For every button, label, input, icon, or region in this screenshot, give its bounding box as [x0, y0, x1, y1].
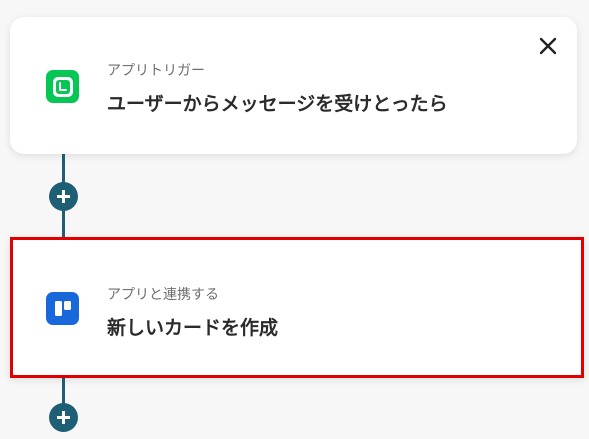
add-step-button-2[interactable]	[49, 403, 78, 432]
action-card-title: 新しいカードを作成	[107, 317, 279, 339]
flow-connector-2	[62, 210, 65, 240]
plus-icon	[57, 411, 70, 424]
trigger-card-subtitle: アプリトリガー	[107, 63, 205, 79]
trigger-card-title: ユーザーからメッセージを受けとったら	[107, 93, 448, 115]
action-card[interactable]: アプリと連携する 新しいカードを作成	[10, 237, 584, 378]
trigger-card[interactable]: アプリトリガー ユーザーからメッセージを受けとったら	[10, 17, 577, 154]
close-icon[interactable]	[537, 35, 559, 57]
flow-connector-3	[62, 376, 65, 406]
trello-app-icon	[46, 292, 79, 325]
action-card-subtitle: アプリと連携する	[107, 287, 219, 303]
line-app-icon	[46, 70, 79, 103]
plus-icon	[57, 190, 70, 203]
add-step-button-1[interactable]	[49, 182, 78, 211]
